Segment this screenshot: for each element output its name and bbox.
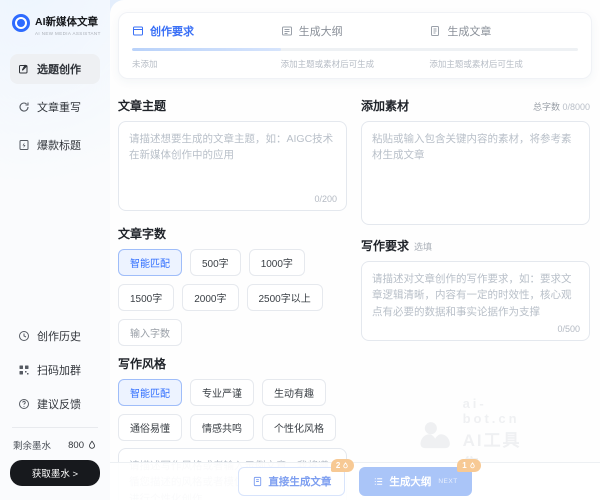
style-label: 写作风格 bbox=[118, 355, 166, 372]
step-label: 创作要求 bbox=[150, 23, 194, 39]
sidebar-item-topic-creation[interactable]: 选题创作 bbox=[10, 54, 100, 84]
next-hint: NEXT bbox=[438, 478, 457, 485]
sidebar-item-feedback[interactable]: 建议反馈 bbox=[10, 389, 100, 419]
generate-article-cost-badge: 2 bbox=[331, 459, 354, 472]
chip-option[interactable]: 1000字 bbox=[249, 249, 305, 276]
generate-outline-cost-badge: 1 bbox=[457, 459, 480, 472]
qr-code-icon bbox=[18, 364, 30, 376]
chip-option[interactable]: 生动有趣 bbox=[262, 379, 326, 406]
footer-bar: 直接生成文章 2 生成大纲 NEXT 1 bbox=[110, 462, 600, 500]
word-count-label: 文章字数 bbox=[118, 225, 166, 242]
file-icon bbox=[252, 476, 263, 487]
generate-article-label: 直接生成文章 bbox=[268, 474, 331, 489]
document-flash-icon bbox=[18, 139, 30, 151]
clock-icon bbox=[18, 330, 30, 342]
sidebar-divider bbox=[12, 427, 98, 428]
chip-option[interactable]: 500字 bbox=[190, 249, 241, 276]
style-chips: 智能匹配专业严谨生动有趣通俗易懂情感共鸣个性化风格 bbox=[118, 379, 347, 441]
chip-option[interactable]: 2500字以上 bbox=[247, 284, 323, 311]
step-status-3: 添加主题或素材后可生成 bbox=[429, 58, 578, 70]
app-logo: AI新媒体文章 AI NEW MEDIA ASSISTANT bbox=[12, 14, 100, 36]
material-counter: 0/8000 bbox=[562, 102, 590, 112]
progress-segment-2 bbox=[281, 48, 430, 51]
browser-icon bbox=[132, 25, 144, 37]
chip-option[interactable]: 专业严谨 bbox=[190, 379, 254, 406]
generate-article-button[interactable]: 直接生成文章 2 bbox=[238, 467, 345, 496]
ai-bot-logo-icon bbox=[418, 419, 454, 453]
step-generate-article[interactable]: 生成文章 bbox=[429, 23, 578, 39]
step-label: 生成大纲 bbox=[299, 23, 343, 39]
app-logo-icon bbox=[12, 14, 30, 32]
ink-drop-icon bbox=[469, 462, 476, 469]
sidebar-item-history[interactable]: 创作历史 bbox=[10, 321, 100, 351]
topic-counter: 0/200 bbox=[314, 194, 337, 204]
app-subtitle: AI NEW MEDIA ASSISTANT bbox=[35, 31, 101, 36]
stepper-progress-bar bbox=[132, 48, 578, 51]
app-title: AI新媒体文章 bbox=[35, 14, 101, 29]
chip-option[interactable]: 情感共鸣 bbox=[190, 414, 254, 441]
chip-option[interactable]: 1500字 bbox=[118, 284, 174, 311]
sidebar-item-label: 扫码加群 bbox=[37, 362, 81, 378]
get-ink-button[interactable]: 获取墨水 > bbox=[10, 460, 100, 486]
sidebar-item-label: 建议反馈 bbox=[37, 396, 81, 412]
generate-outline-button[interactable]: 生成大纲 NEXT 1 bbox=[359, 467, 471, 496]
sidebar-item-label: 选题创作 bbox=[37, 61, 81, 77]
material-label: 添加素材 bbox=[361, 97, 409, 114]
step-status-2: 添加主题或素材后可生成 bbox=[281, 58, 430, 70]
progress-segment-1 bbox=[132, 48, 281, 51]
edit-square-icon bbox=[18, 63, 30, 75]
main-panel: 创作要求 生成大纲 生成文章 未添加 添加主题或素材后可生成 添加主题或素材后可… bbox=[110, 0, 600, 500]
rewrite-icon bbox=[18, 101, 30, 113]
step-status-1: 未添加 bbox=[132, 58, 281, 70]
ink-amount: 800 bbox=[68, 440, 84, 451]
chip-option[interactable]: 智能匹配 bbox=[118, 379, 182, 406]
ink-drop-icon bbox=[87, 440, 97, 450]
material-total-label: 总字数 bbox=[533, 102, 560, 112]
file-text-icon bbox=[429, 25, 441, 37]
list-icon bbox=[373, 476, 384, 487]
step-label: 生成文章 bbox=[447, 23, 491, 39]
sidebar-item-scan-group[interactable]: 扫码加群 bbox=[10, 355, 100, 385]
chip-option[interactable]: 输入字数 bbox=[118, 319, 182, 346]
outline-list-icon bbox=[281, 25, 293, 37]
question-circle-icon bbox=[18, 398, 30, 410]
generate-outline-label: 生成大纲 bbox=[389, 474, 431, 489]
watermark-line1: ai-bot.cn bbox=[463, 396, 533, 426]
sidebar: AI新媒体文章 AI NEW MEDIA ASSISTANT 选题创作 文章重写… bbox=[0, 0, 110, 500]
sidebar-item-label: 爆款标题 bbox=[37, 137, 81, 153]
chip-option[interactable]: 通俗易懂 bbox=[118, 414, 182, 441]
requirement-input[interactable] bbox=[361, 261, 590, 341]
step-generate-outline[interactable]: 生成大纲 bbox=[281, 23, 430, 39]
sidebar-item-label: 文章重写 bbox=[37, 99, 81, 115]
topic-input[interactable] bbox=[118, 121, 347, 211]
requirement-label: 写作要求 bbox=[361, 239, 409, 253]
chip-option[interactable]: 个性化风格 bbox=[262, 414, 336, 441]
requirement-counter: 0/500 bbox=[557, 324, 580, 334]
material-input[interactable] bbox=[361, 121, 590, 225]
sidebar-item-article-rewrite[interactable]: 文章重写 bbox=[10, 92, 100, 122]
requirement-optional-label: 选填 bbox=[414, 242, 432, 252]
word-count-chips: 智能匹配 500字 1000字 1500字 2000字 2500字以上输入字数 bbox=[118, 249, 347, 346]
ink-drop-icon bbox=[342, 462, 349, 469]
sidebar-item-hot-titles[interactable]: 爆款标题 bbox=[10, 130, 100, 160]
sidebar-item-label: 创作历史 bbox=[37, 328, 81, 344]
ink-remaining-label: 剩余墨水 bbox=[13, 438, 51, 452]
topic-label: 文章主题 bbox=[118, 97, 166, 114]
chip-option[interactable]: 智能匹配 bbox=[118, 249, 182, 276]
stepper: 创作要求 生成大纲 生成文章 未添加 添加主题或素材后可生成 添加主题或素材后可… bbox=[118, 12, 592, 79]
chip-option[interactable]: 2000字 bbox=[182, 284, 238, 311]
progress-segment-3 bbox=[429, 48, 578, 51]
step-creation-requirements[interactable]: 创作要求 bbox=[132, 23, 281, 39]
